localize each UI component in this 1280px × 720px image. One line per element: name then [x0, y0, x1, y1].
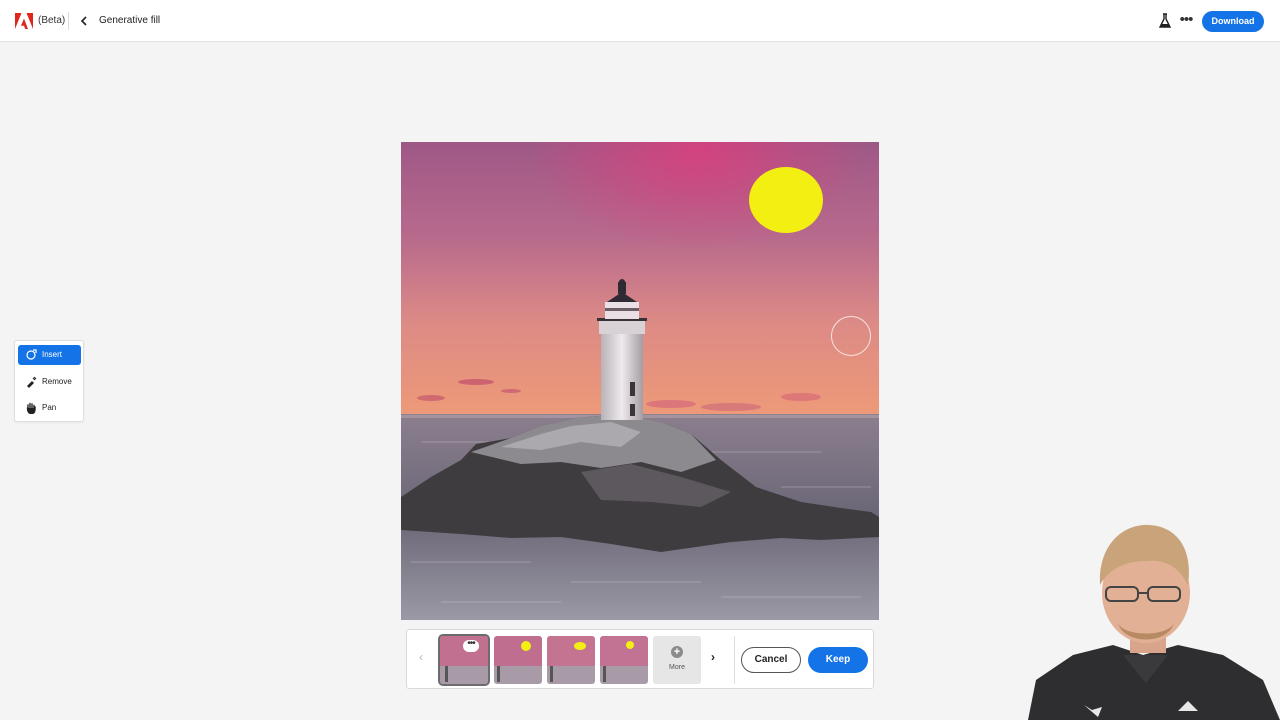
more-variations-button[interactable]: + More — [653, 636, 701, 684]
thumbnail-more-icon[interactable]: ••• — [463, 639, 479, 652]
cancel-button[interactable]: Cancel — [741, 647, 801, 673]
keep-button[interactable]: Keep — [808, 647, 868, 673]
lighthouse-image — [401, 142, 879, 620]
presenter-webcam — [1028, 505, 1280, 720]
adobe-logo-icon[interactable] — [15, 13, 33, 29]
more-options-icon[interactable]: ••• — [1178, 12, 1194, 30]
chevron-left-icon[interactable] — [78, 13, 90, 29]
prev-variation-icon[interactable]: ‹ — [419, 650, 431, 666]
canvas-image[interactable] — [401, 142, 879, 620]
tool-remove[interactable]: Remove — [18, 372, 81, 392]
flask-icon[interactable] — [1158, 13, 1172, 29]
tool-insert[interactable]: Insert — [18, 345, 81, 365]
variation-thumbnail-4[interactable] — [600, 636, 648, 684]
header-divider — [68, 12, 69, 30]
variations-divider — [734, 636, 735, 684]
page-title: Generative fill — [99, 15, 161, 26]
presenter-image — [1028, 505, 1280, 720]
plus-icon: + — [671, 646, 683, 658]
variation-2-image — [494, 636, 542, 684]
tool-pan[interactable]: Pan — [18, 398, 81, 418]
next-variation-icon[interactable]: › — [711, 650, 723, 666]
beta-label: (Beta) — [38, 15, 66, 26]
variation-thumbnail-1[interactable]: ••• — [438, 634, 490, 686]
top-bar: (Beta) Generative fill ••• Download — [0, 0, 1280, 42]
hand-icon — [26, 402, 36, 414]
tool-insert-label: Insert — [42, 350, 63, 359]
variation-thumbnail-3[interactable] — [547, 636, 595, 684]
download-button[interactable]: Download — [1202, 11, 1264, 32]
variation-3-image — [547, 636, 595, 684]
variations-bar: ‹ ••• + More › Cancel Keep — [406, 629, 874, 689]
tool-panel: Insert Remove Pan — [14, 340, 84, 422]
remove-brush-icon — [27, 376, 37, 388]
tool-pan-label: Pan — [42, 403, 57, 412]
brush-cursor — [831, 316, 871, 356]
more-variations-label: More — [669, 664, 685, 671]
tool-remove-label: Remove — [42, 377, 72, 386]
variation-thumbnail-2[interactable] — [494, 636, 542, 684]
variation-4-image — [600, 636, 648, 684]
insert-brush-icon — [26, 349, 37, 360]
